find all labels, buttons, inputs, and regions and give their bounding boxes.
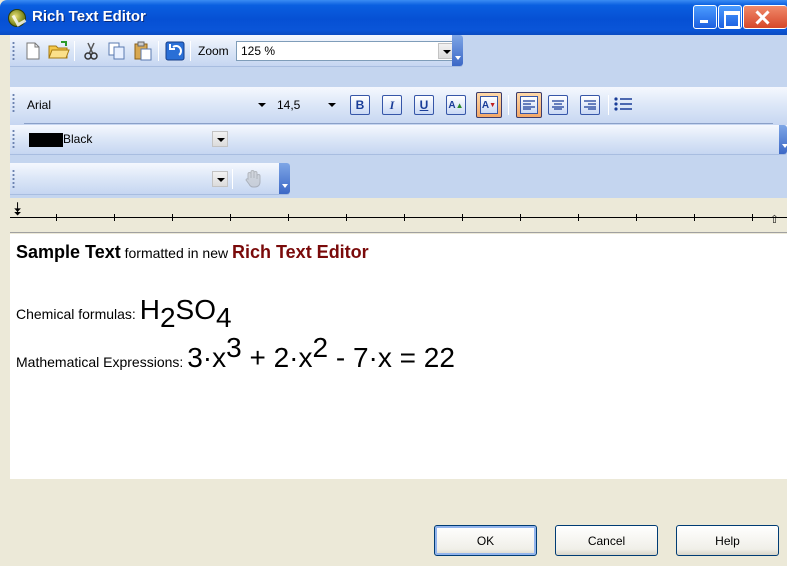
grow-font-button[interactable]: A ▲ (446, 95, 466, 115)
toolbar-grip[interactable] (12, 129, 15, 149)
indent-marker-icon[interactable]: ⯯ (12, 200, 23, 218)
title-bar: Rich Text Editor (0, 0, 787, 35)
bullet-list-icon (614, 97, 632, 111)
zoom-select[interactable]: 125 % (236, 41, 456, 61)
italic-button[interactable]: I (382, 95, 402, 115)
align-left-button[interactable] (516, 92, 542, 118)
chevron-down-icon[interactable] (212, 131, 228, 147)
chemical-label: Chemical formulas: (16, 306, 140, 322)
right-margin-marker-icon[interactable]: ⇧ (770, 213, 779, 226)
formatted-in-text: formatted in new (120, 245, 232, 261)
editor-content[interactable]: Sample Text formatted in new Rich Text E… (10, 234, 787, 479)
toolbar-grip[interactable] (12, 169, 15, 189)
bold-button[interactable]: B (350, 95, 370, 115)
toolbar-overflow-button[interactable] (452, 35, 463, 66)
maximize-button[interactable] (718, 5, 742, 29)
align-center-button[interactable] (548, 95, 568, 115)
rich-text-editor-window: Rich Text Editor Zoom 125 % Arial 14,5 B… (0, 0, 787, 566)
minimize-button[interactable] (693, 5, 717, 29)
chevron-down-icon[interactable] (324, 97, 340, 113)
toolbar-overflow-button[interactable] (779, 125, 787, 154)
format-toolbar: Arial 14,5 B I U A ▲ A ▼ (10, 87, 787, 125)
copy-icon[interactable] (106, 40, 128, 62)
text-line-sample: Sample Text formatted in new Rich Text E… (16, 242, 369, 263)
rich-text-editor-text: Rich Text Editor (232, 242, 369, 262)
chevron-down-icon[interactable] (254, 97, 270, 113)
app-icon (8, 9, 26, 27)
color-toolbar: Black (10, 125, 787, 155)
hand-icon[interactable] (242, 168, 264, 190)
font-name-select[interactable]: Arial (22, 95, 272, 115)
align-right-button[interactable] (580, 95, 600, 115)
font-color-select[interactable]: Black (22, 129, 230, 149)
undo-icon[interactable] (164, 40, 186, 62)
cut-icon[interactable] (80, 40, 102, 62)
close-button[interactable] (743, 5, 787, 29)
paste-icon[interactable] (132, 40, 154, 62)
font-size-select[interactable]: 14,5 (272, 95, 342, 115)
dialog-button-bar: OK Cancel Help (10, 479, 787, 566)
math-expression: 3·x3 + 2·x2 - 7·x = 22 (187, 332, 455, 374)
font-name-value: Arial (27, 98, 52, 112)
font-size-value: 14,5 (277, 98, 301, 112)
toolbar-grip[interactable] (12, 93, 15, 113)
style-toolbar (10, 163, 290, 195)
zoom-label: Zoom (198, 44, 229, 58)
color-swatch (29, 133, 63, 147)
align-right-icon (584, 100, 596, 110)
toolbar-overflow-button[interactable] (279, 163, 290, 194)
align-left-icon (520, 96, 538, 114)
ruler[interactable]: ⯯ ⇧ (10, 198, 787, 233)
text-line-math: Mathematical Expressions: 3·x3 + 2·x2 - … (16, 332, 455, 374)
bullet-list-button[interactable] (612, 93, 634, 115)
cancel-button[interactable]: Cancel (555, 525, 658, 556)
main-toolbar: Zoom 125 % (10, 35, 463, 67)
underline-button[interactable]: U (414, 95, 434, 115)
font-color-value: Black (63, 132, 93, 146)
sample-text: Sample Text (16, 242, 121, 262)
toolbar-grip[interactable] (12, 41, 15, 61)
help-button[interactable]: Help (676, 525, 779, 556)
shrink-font-button[interactable]: A ▼ (476, 92, 502, 118)
zoom-value: 125 % (241, 44, 276, 58)
new-document-icon[interactable] (22, 40, 44, 62)
toolbar-area: Zoom 125 % Arial 14,5 B I U A ▲ A ▼ Blac… (10, 35, 787, 198)
ok-button[interactable]: OK (434, 525, 537, 556)
chevron-down-icon[interactable] (212, 171, 228, 187)
align-center-icon (552, 100, 564, 110)
text-line-chemical: Chemical formulas: H2SO4 (16, 294, 232, 333)
chemical-formula: H2SO4 (139, 294, 232, 333)
open-folder-icon[interactable] (48, 39, 70, 61)
window-title: Rich Text Editor (32, 8, 146, 25)
style-select[interactable] (22, 169, 230, 189)
math-label: Mathematical Expressions: (16, 354, 188, 370)
